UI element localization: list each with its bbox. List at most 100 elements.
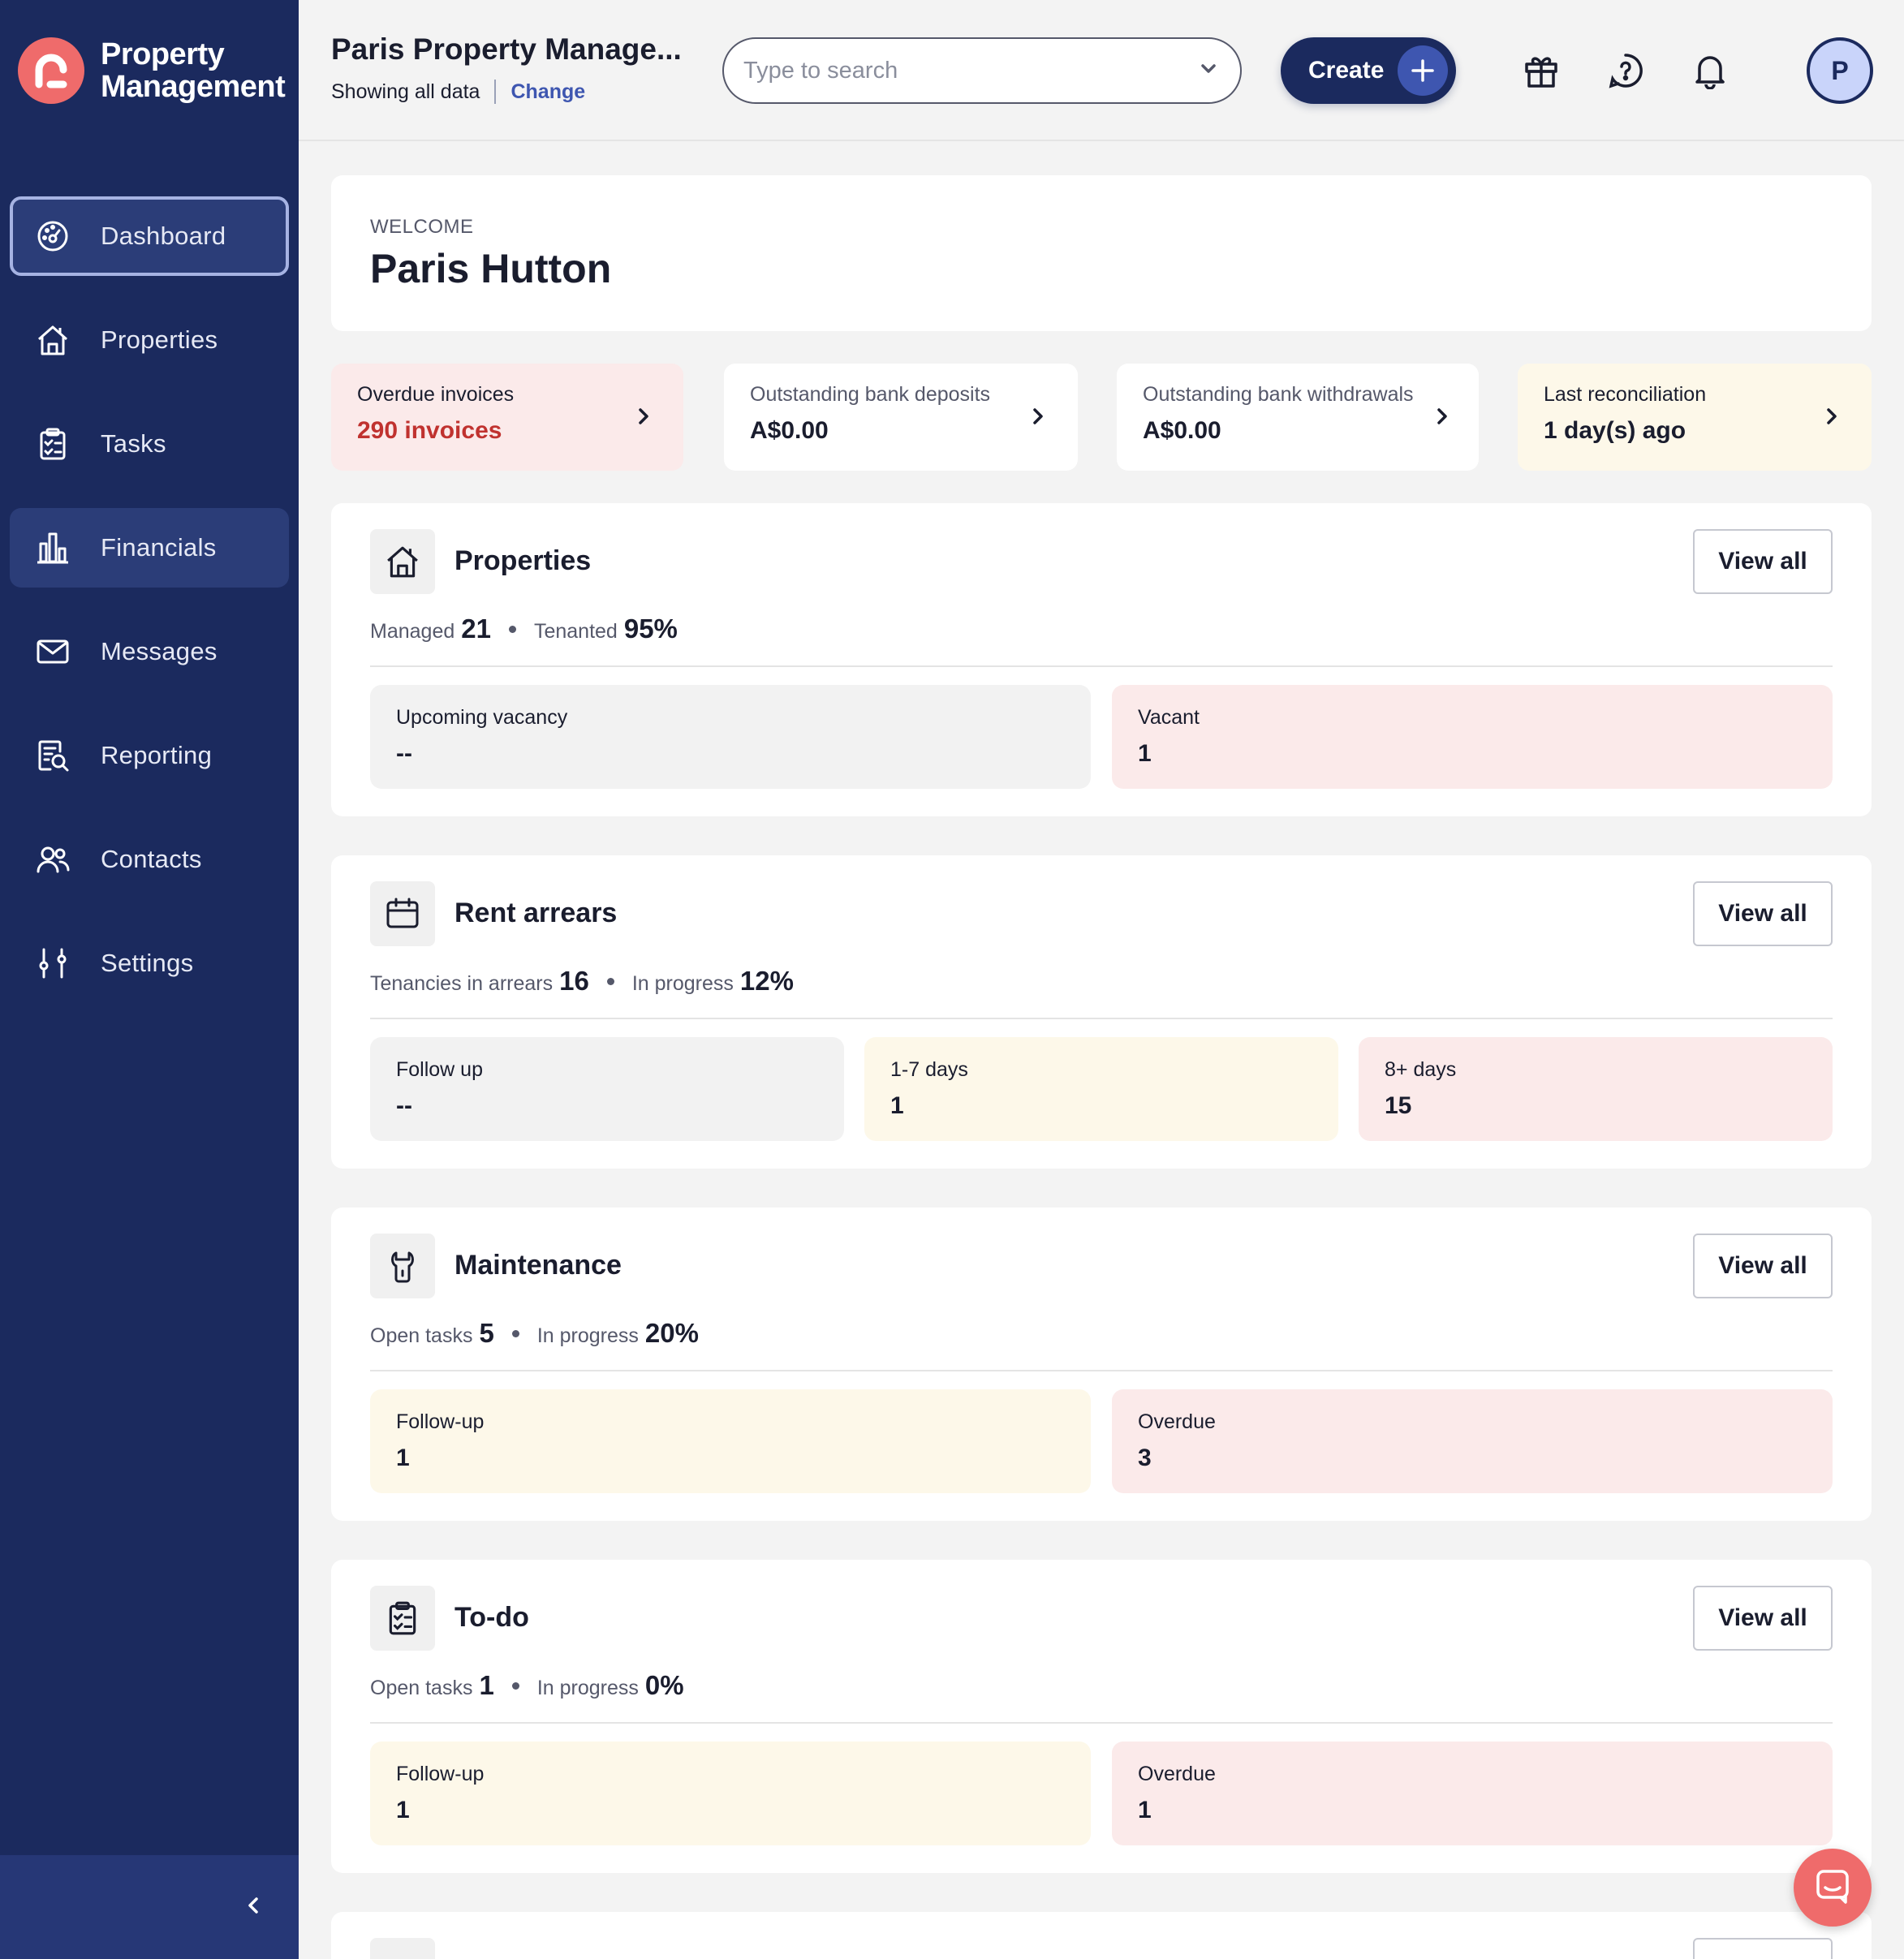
user-name: Paris Hutton <box>370 246 612 291</box>
view-all-rent-arrears-button[interactable]: View all <box>1693 881 1833 946</box>
clipboard-icon <box>34 425 71 463</box>
tile-label: Overdue <box>1138 1763 1216 1785</box>
sidebar-item-properties[interactable]: Properties <box>10 300 289 380</box>
metric-label: Tenanted <box>533 620 618 643</box>
sidebar-item-reporting[interactable]: Reporting <box>10 716 289 795</box>
chevron-right-icon <box>1026 404 1050 433</box>
stat-outstanding-withdrawals[interactable]: Outstanding bank withdrawals A$0.00 <box>1117 364 1479 471</box>
sliders-icon <box>34 945 71 982</box>
sidebar-item-label: Financials <box>101 533 217 562</box>
metric-label: Tenancies in arrears <box>370 972 554 995</box>
todo-section: To-do View all Open tasks 1 In progress … <box>331 1560 1872 1873</box>
brand[interactable]: Property Management <box>18 37 286 104</box>
metric-label: Open tasks <box>370 1324 473 1347</box>
tile-label: Vacant <box>1138 706 1200 729</box>
stat-value: 1 day(s) ago <box>1544 417 1686 444</box>
divider <box>370 665 1833 667</box>
rent-arrears-section: Rent arrears View all Tenancies in arrea… <box>331 855 1872 1169</box>
sidebar-item-contacts[interactable]: Contacts <box>10 820 289 899</box>
tile-label: Follow-up <box>396 1410 485 1433</box>
welcome-eyebrow: WELCOME <box>370 216 474 238</box>
sidebar-item-tasks[interactable]: Tasks <box>10 404 289 484</box>
brand-logo-icon <box>18 37 84 104</box>
house-icon <box>34 321 71 359</box>
organisation-title: Paris Property Manage... <box>331 32 682 66</box>
tile-upcoming-vacancy[interactable]: Upcoming vacancy -- <box>370 685 1091 789</box>
section-title: Properties <box>454 545 592 576</box>
metric-value: 1 <box>479 1670 494 1700</box>
metric-value: 0% <box>644 1670 684 1700</box>
chevron-down-icon[interactable] <box>1196 57 1221 85</box>
tile-value: 1 <box>890 1092 904 1119</box>
wrench-icon <box>370 1234 435 1298</box>
divider <box>494 80 497 104</box>
stat-label: Outstanding bank deposits <box>750 383 991 406</box>
calendar-icon <box>370 881 435 946</box>
tile-follow-up[interactable]: Follow-up 1 <box>370 1742 1091 1845</box>
maintenance-section: Maintenance View all Open tasks 5 In pro… <box>331 1208 1872 1521</box>
tile-label: Upcoming vacancy <box>396 706 568 729</box>
metric-label: Open tasks <box>370 1677 473 1699</box>
tile-value: 15 <box>1385 1092 1412 1119</box>
sidebar: Property Management Dashboard Properties… <box>0 0 299 1959</box>
help-icon[interactable] <box>1602 47 1649 94</box>
section-metrics: Open tasks 5 In progress 20% <box>370 1318 699 1349</box>
section-icon <box>370 1938 435 1959</box>
organisation-subtitle: Showing all data Change <box>331 80 585 104</box>
brand-name-line2: Management <box>101 70 286 104</box>
tile-label: 8+ days <box>1385 1058 1457 1081</box>
chevron-right-icon <box>1430 404 1454 433</box>
view-all-properties-button[interactable]: View all <box>1693 529 1833 594</box>
section-title: Maintenance <box>454 1250 622 1281</box>
tile-follow-up[interactable]: Follow up -- <box>370 1037 844 1141</box>
tile-vacant[interactable]: Vacant 1 <box>1112 685 1833 789</box>
chat-icon <box>1813 1866 1852 1909</box>
tile-value: 1 <box>396 1797 410 1823</box>
chevron-left-icon <box>242 1894 265 1921</box>
sidebar-item-settings[interactable]: Settings <box>10 924 289 1003</box>
bullet-separator <box>606 977 614 985</box>
chat-launcher-button[interactable] <box>1794 1849 1872 1927</box>
stat-overdue-invoices[interactable]: Overdue invoices 290 invoices <box>331 364 683 471</box>
metric-value: 12% <box>739 966 794 996</box>
stat-outstanding-deposits[interactable]: Outstanding bank deposits A$0.00 <box>724 364 1078 471</box>
view-all-maintenance-button[interactable]: View all <box>1693 1234 1833 1298</box>
sidebar-item-label: Dashboard <box>101 222 226 250</box>
gift-icon[interactable] <box>1518 47 1565 94</box>
sidebar-item-messages[interactable]: Messages <box>10 612 289 691</box>
metric-value: 21 <box>461 614 491 644</box>
change-scope-link[interactable]: Change <box>510 80 585 104</box>
tile-follow-up[interactable]: Follow-up 1 <box>370 1389 1091 1493</box>
stat-label: Outstanding bank withdrawals <box>1143 383 1414 406</box>
stat-value: A$0.00 <box>750 417 829 444</box>
view-all-button[interactable] <box>1693 1938 1833 1959</box>
metric-value: 95% <box>623 614 678 644</box>
bell-icon[interactable] <box>1686 47 1734 94</box>
view-all-todo-button[interactable]: View all <box>1693 1586 1833 1651</box>
stat-last-reconciliation[interactable]: Last reconciliation 1 day(s) ago <box>1518 364 1872 471</box>
create-button[interactable]: Create <box>1281 37 1456 104</box>
tile-1-7-days[interactable]: 1-7 days 1 <box>864 1037 1338 1141</box>
stat-value: A$0.00 <box>1143 417 1221 444</box>
section-metrics: Tenancies in arrears 16 In progress 12% <box>370 966 794 997</box>
tile-label: 1-7 days <box>890 1058 968 1081</box>
bullet-separator <box>508 625 516 633</box>
envelope-icon <box>34 633 71 670</box>
sidebar-item-financials[interactable]: Financials <box>10 508 289 588</box>
tile-overdue[interactable]: Overdue 3 <box>1112 1389 1833 1493</box>
sidebar-item-label: Contacts <box>101 845 202 873</box>
metric-value: 5 <box>479 1318 494 1348</box>
search-box[interactable] <box>722 37 1242 104</box>
tile-overdue[interactable]: Overdue 1 <box>1112 1742 1833 1845</box>
metric-label: In progress <box>631 972 734 995</box>
tile-8-plus-days[interactable]: 8+ days 15 <box>1359 1037 1833 1141</box>
tile-value: 3 <box>1138 1444 1152 1471</box>
sidebar-item-label: Messages <box>101 637 218 665</box>
divider <box>370 1370 1833 1371</box>
search-input[interactable] <box>743 57 1196 84</box>
collapse-sidebar-button[interactable] <box>0 1855 299 1959</box>
tile-value: 1 <box>1138 1797 1152 1823</box>
user-avatar[interactable]: P <box>1807 37 1873 104</box>
sidebar-item-dashboard[interactable]: Dashboard <box>10 196 289 276</box>
next-section-partial <box>331 1912 1872 1959</box>
